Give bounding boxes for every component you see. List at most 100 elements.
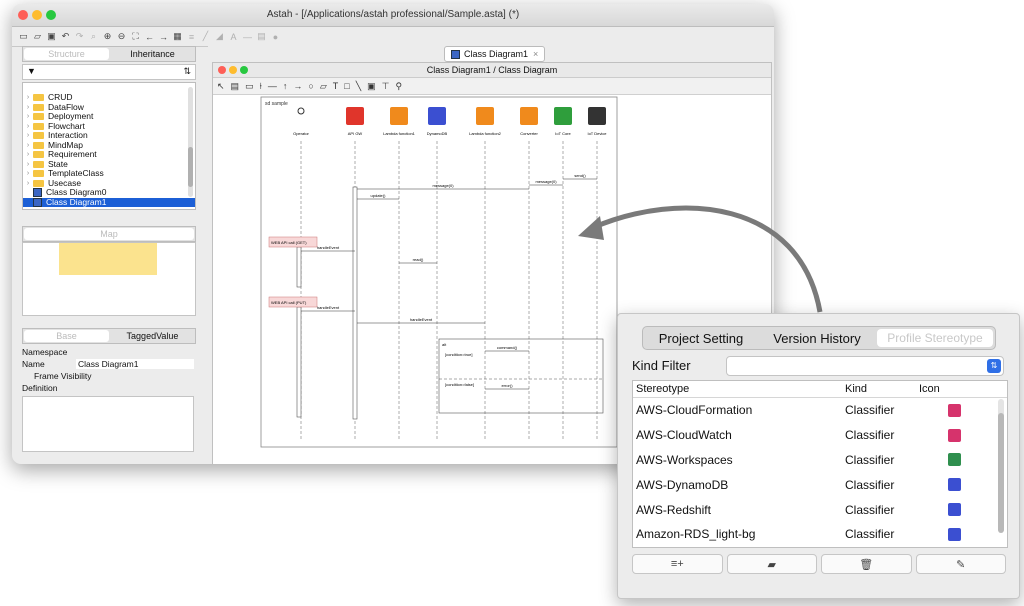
definition-field[interactable] [22,396,194,452]
align-tool-icon[interactable]: ⊤ [382,81,390,92]
kind-cell: Classifier [845,428,895,443]
redo-icon[interactable]: ↷ [74,31,85,42]
icon-cell [919,453,989,467]
table-scrollbar[interactable] [998,399,1004,533]
pin-tool-icon[interactable]: ⚲ [395,81,402,92]
note-tool-icon[interactable]: ▱ [320,81,327,92]
arrow-tool-icon[interactable]: ↑ [283,81,288,91]
lifeline-label: API GW [348,131,363,136]
tab-profile-stereotype[interactable]: Profile Stereotype [877,329,993,347]
close-tab-icon[interactable]: × [533,49,538,59]
tree-filter-input[interactable]: ▼ ⇅ [22,64,196,80]
text-tool-icon[interactable]: T [333,81,339,91]
tree-item[interactable]: Class Diagram1 [23,197,195,207]
tab-project-setting[interactable]: Project Setting [643,331,759,346]
line2-tool-icon[interactable]: ╲ [356,81,361,92]
tab-class-diagram1[interactable]: Class Diagram1 × [444,46,546,62]
layout-icon[interactable]: ▤ [256,31,267,42]
table-row[interactable]: Amazon-RDS_light-bg Classifier [633,522,1007,547]
lifeline-icon [390,107,408,125]
tab-version-history[interactable]: Version History [759,331,875,346]
zoom-out-icon[interactable]: ⊖ [116,31,127,42]
zoom-in-icon[interactable]: ⊕ [102,31,113,42]
circle-icon[interactable]: ● [270,31,281,42]
align-icon[interactable]: ≡ [186,31,197,42]
col-icon[interactable]: Icon [919,383,989,395]
kind-cell: Classifier [845,527,895,542]
table-row[interactable]: AWS-CloudWatch Classifier [633,423,1007,448]
tab-tagged-value[interactable]: TaggedValue [110,329,195,343]
search-icon[interactable]: ⌕ [88,31,99,42]
line-color-icon[interactable]: ╱ [200,31,211,42]
message-label: message(0) [432,183,454,188]
map-viewport[interactable] [59,243,157,275]
map-view[interactable] [22,242,196,316]
image-tool-icon[interactable]: ▣ [367,81,376,92]
dropdown-chevron-icon[interactable]: ⇅ [987,359,1001,373]
class-tool-icon[interactable]: ▤ [231,81,240,92]
forward-icon[interactable]: → [158,31,169,42]
kind-filter-select[interactable]: ⇅ [726,356,1004,376]
add-stereotype-button[interactable]: ≡+ [632,554,723,574]
folder-icon [33,151,44,159]
undo-icon[interactable]: ↶ [60,31,71,42]
fill-color-icon[interactable]: ◢ [214,31,225,42]
package-tool-icon[interactable]: ▭ [245,81,254,92]
save-icon[interactable]: ▣ [46,31,57,42]
lifeline-tool-icon[interactable]: ⍿ [260,81,262,92]
open-folder-button[interactable]: ▰ [726,554,817,574]
chevron-right-icon[interactable]: › [23,160,33,170]
chevron-right-icon[interactable]: › [23,112,33,122]
name-field[interactable]: Class Diagram1 [76,359,194,369]
rect-tool-icon[interactable]: □ [344,81,349,91]
circle-tool-icon[interactable]: ○ [308,81,313,91]
open-file-icon[interactable]: ▱ [32,31,43,42]
table-row[interactable]: AWS-DynamoDB Classifier [633,472,1007,497]
message-label: send() [574,173,586,178]
close-diagram-button[interactable] [218,66,226,74]
stereotype-icon [947,403,961,417]
sort-icon[interactable]: ⇅ [183,66,191,77]
fit-icon[interactable]: ⛶ [130,31,141,42]
message-label: read() [413,257,424,262]
select-tool-icon[interactable]: ↖ [217,81,225,92]
table-row[interactable]: AWS-Redshift Classifier [633,497,1007,522]
chevron-right-icon[interactable]: › [23,141,33,151]
grid-icon[interactable]: ▦ [172,31,183,42]
structure-tree: › CRUD › DataFlow › Deployment › Flowchart › Inte… [22,82,196,210]
font-color-icon[interactable]: A [228,31,239,42]
tab-inheritance[interactable]: Inheritance [110,47,195,61]
delete-button[interactable]: 🗑 [821,554,912,574]
tree-scrollbar[interactable] [188,87,193,197]
diagram-title-bar: Class Diagram1 / Class Diagram [213,63,771,78]
line-style-icon[interactable]: — [242,31,253,42]
table-row[interactable]: AWS-Workspaces Classifier [633,448,1007,473]
folder-icon [33,132,44,140]
new-file-icon[interactable]: ▭ [18,31,29,42]
chevron-right-icon[interactable]: › [23,122,33,132]
chevron-right-icon[interactable]: › [23,93,33,103]
edit-button[interactable]: ✎ [915,554,1006,574]
tab-map[interactable]: Map [24,228,194,240]
zoom-diagram-button[interactable] [240,66,248,74]
table-row[interactable]: AWS-CloudFormation Classifier [633,398,1007,423]
col-kind[interactable]: Kind [845,383,919,395]
chevron-right-icon[interactable]: › [23,131,33,141]
frame-visibility-checkbox[interactable]: Frame Visibility [18,370,198,382]
line-tool-icon[interactable]: — [268,81,277,91]
tab-base[interactable]: Base [24,330,109,342]
note-text: WEB API call (PUT) [271,300,307,305]
message-label: handleEvent [410,317,433,322]
chevron-right-icon[interactable]: › [23,179,33,189]
chevron-right-icon[interactable]: › [23,150,33,160]
chevron-right-icon[interactable]: › [23,103,33,113]
minimize-diagram-button[interactable] [229,66,237,74]
icon-cell [919,503,989,517]
chevron-right-icon[interactable]: › [23,169,33,179]
arrow-right-tool-icon[interactable]: → [293,81,302,91]
window-title: Astah - [/Applications/astah professiona… [266,9,520,20]
back-icon[interactable]: ← [144,31,155,42]
col-stereotype[interactable]: Stereotype [633,383,845,395]
kind-cell: Classifier [845,502,895,517]
tab-structure[interactable]: Structure [24,48,109,60]
